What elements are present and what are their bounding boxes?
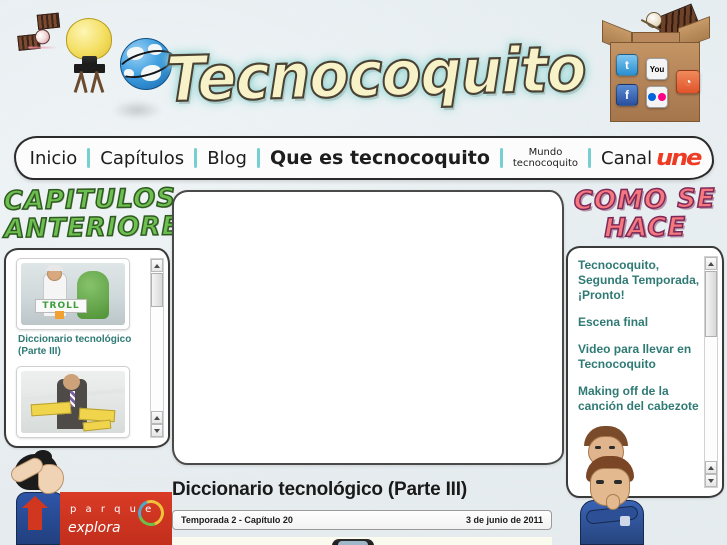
how-its-made-link[interactable]: Making off de la canción del cabezote [578, 384, 700, 414]
right-sidebar-heading: COMO SE HACE [566, 183, 725, 245]
globe-icon [114, 38, 178, 90]
left-heading-line2: ANTERIORES [3, 210, 201, 245]
scroll-down-button[interactable] [705, 474, 717, 487]
nav-item-que-es-tecnocoquito[interactable]: Que es tecnocoquito [260, 147, 500, 169]
banner-swirl-icon [133, 495, 169, 531]
page-title: Diccionario tecnológico (Parte III) [172, 479, 467, 500]
how-its-made-link[interactable]: Escena final [578, 315, 700, 330]
site-logo-text: Tecnocoquito [164, 31, 587, 117]
main-content: Diccionario tecnológico (Parte III) Temp… [172, 190, 564, 545]
right-sidebar: COMO SE HACE Tecnocoquito, Segunda Tempo… [566, 183, 725, 498]
scroll-up-button[interactable] [705, 257, 717, 270]
nav-canal-label: Canal [601, 147, 653, 169]
flickr-icon[interactable] [646, 86, 668, 108]
episode-thumbnail-card[interactable]: TROLL [16, 258, 130, 330]
nav-item-mundo-tecnocoquito[interactable]: Mundo tecnocoquito [503, 147, 588, 169]
cardboard-box-icon: t f You ◔ [602, 3, 712, 124]
how-its-made-link[interactable]: Tecnocoquito, Segunda Temporada, ¡Pronto… [578, 258, 700, 303]
right-heading-line1: COMO SE [573, 183, 717, 217]
site-logo[interactable]: Tecnocoquito [164, 30, 587, 118]
facebook-glyph: f [625, 88, 629, 102]
video-player-panel[interactable] [172, 190, 564, 465]
rss-icon[interactable]: ◔ [676, 70, 700, 94]
twitter-glyph: t [625, 58, 629, 72]
thinking-man-illustration [576, 456, 656, 545]
twitter-icon[interactable]: t [616, 54, 638, 76]
left-sidebar: CAPITULOS ANTERIORES TROLL Diccionario t… [3, 183, 201, 448]
site-header: Tecnocoquito t f You ◔ [0, 0, 727, 130]
rss-glyph: ◔ [684, 75, 692, 89]
nav-item-canal[interactable]: Canal une [591, 146, 708, 171]
right-sidebar-scrollbar[interactable] [704, 256, 718, 488]
nav-item-capitulos[interactable]: Capítulos [90, 148, 194, 169]
banner-word-explora: explora [68, 520, 121, 536]
parque-explora-banner: p a r q u e explora [60, 492, 172, 545]
content-image-strip [172, 537, 552, 545]
youtube-icon[interactable]: You [646, 58, 668, 80]
youtube-glyph: You [649, 64, 665, 74]
nav-item-blog[interactable]: Blog [197, 148, 257, 169]
how-its-made-link[interactable]: Video para llevar en Tecnocoquito [578, 342, 700, 372]
troll-thumbnail-image: TROLL [21, 263, 125, 325]
nav-mundo-line1: Mundo [528, 147, 563, 158]
right-heading-line2: HACE [603, 212, 687, 245]
episode-caption[interactable]: Diccionario tecnológico (Parte III) [18, 334, 136, 358]
scrollbar-thumb[interactable] [151, 273, 163, 307]
scroll-up-button-bottom[interactable] [705, 461, 717, 474]
une-logo-icon: une [656, 145, 702, 171]
previous-episodes-panel: TROLL Diccionario tecnológico (Parte III… [4, 248, 170, 448]
signs-thumbnail-image [21, 371, 125, 433]
lightbulb-icon [62, 18, 118, 94]
nav-mundo-line2: tecnocoquito [512, 158, 579, 169]
scroll-down-button[interactable] [151, 424, 163, 437]
scroll-up-button-bottom[interactable] [151, 411, 163, 424]
scrollbar-thumb[interactable] [705, 271, 717, 337]
episode-thumbnail-card[interactable] [16, 366, 130, 438]
main-navigation: Inicio Capítulos Blog Que es tecnocoquit… [14, 136, 714, 180]
left-sidebar-heading: CAPITULOS ANTERIORES [3, 183, 201, 245]
left-sidebar-scrollbar[interactable] [150, 258, 164, 438]
episode-date: 3 de junio de 2011 [465, 515, 543, 525]
nav-item-inicio[interactable]: Inicio [20, 148, 88, 169]
left-heading-line1: CAPITULOS [3, 183, 177, 218]
decorative-shadow [112, 100, 162, 120]
facebook-icon[interactable]: f [616, 84, 638, 106]
episode-season-chapter: Temporada 2 - Capítulo 20 [181, 515, 293, 525]
scroll-up-button[interactable] [151, 259, 163, 272]
episode-meta-bar: Temporada 2 - Capítulo 20 3 de junio de … [172, 510, 552, 530]
